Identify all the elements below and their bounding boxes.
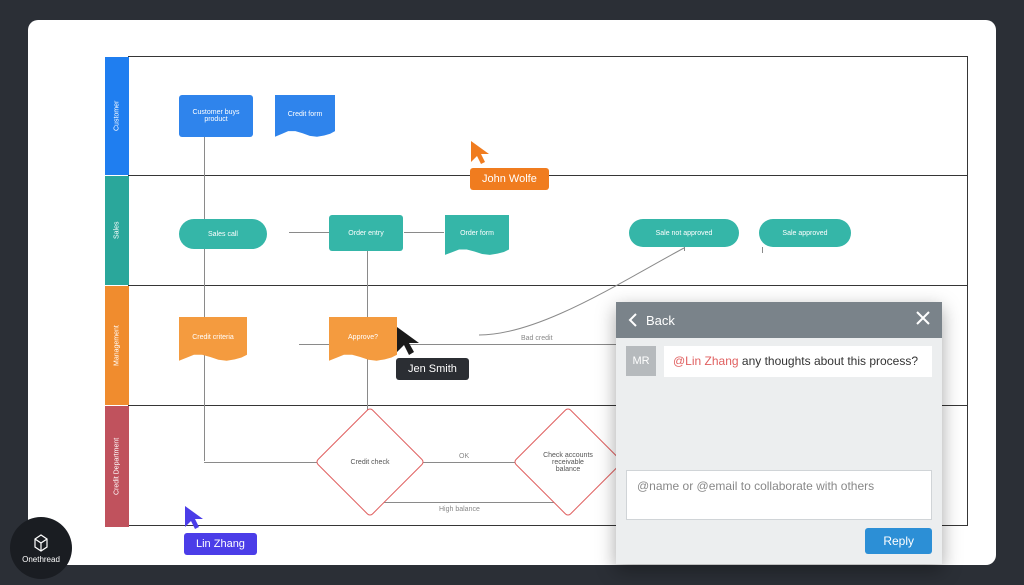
shape-check-accounts-label: Check accounts receivable balance: [530, 424, 606, 500]
cursor-tag: John Wolfe: [470, 168, 549, 190]
cursor-lin: Lin Zhang: [184, 505, 257, 555]
back-button[interactable]: Back: [628, 313, 675, 328]
brand-logo: Onethread: [10, 517, 72, 579]
connector: [407, 462, 529, 463]
logo-icon: [31, 533, 51, 553]
comment-body: any thoughts about this process?: [739, 354, 918, 368]
cursor-tag: Jen Smith: [396, 358, 469, 380]
shape-customer-buys[interactable]: Customer buys product: [179, 95, 253, 137]
canvas: Customer Sales Management Credit Departm…: [28, 20, 996, 565]
back-label: Back: [646, 313, 675, 328]
chevron-left-icon: [628, 313, 638, 327]
connector: [404, 232, 444, 233]
shape-credit-form[interactable]: Credit form: [275, 95, 335, 139]
lane-label-credit: Credit Department: [105, 406, 129, 527]
comment-panel[interactable]: Back MR @Lin Zhang any thoughts about th…: [616, 302, 942, 564]
cursor-icon: [396, 326, 422, 356]
comment-text: @Lin Zhang any thoughts about this proce…: [664, 346, 932, 377]
connector: [367, 502, 567, 503]
logo-text: Onethread: [22, 555, 60, 564]
avatar: MR: [626, 346, 656, 376]
shape-credit-criteria[interactable]: Credit criteria: [179, 317, 247, 363]
lane-label-sales: Sales: [105, 176, 129, 285]
reply-button[interactable]: Reply: [865, 528, 932, 554]
panel-header: Back: [616, 302, 942, 338]
reply-input[interactable]: @name or @email to collaborate with othe…: [626, 470, 932, 520]
cursor-icon: [184, 505, 206, 531]
cursor-tag: Lin Zhang: [184, 533, 257, 555]
cursor-icon: [470, 140, 492, 166]
reply-box: @name or @email to collaborate with othe…: [626, 470, 932, 554]
close-icon: [916, 311, 930, 325]
connector: [289, 232, 329, 233]
connector: [299, 344, 329, 345]
shape-sales-call[interactable]: Sales call: [179, 219, 267, 249]
shape-sale-approved[interactable]: Sale approved: [759, 219, 851, 247]
cursor-jen: Jen Smith: [396, 326, 469, 380]
edge-ok1: OK: [459, 453, 469, 460]
edge-high-balance: High balance: [439, 506, 480, 513]
connector: [204, 462, 332, 463]
lane-label-customer: Customer: [105, 57, 129, 175]
cursor-john: John Wolfe: [470, 140, 549, 190]
shape-approve[interactable]: Approve?: [329, 317, 397, 363]
mention[interactable]: @Lin Zhang: [673, 354, 739, 368]
connector: [204, 121, 205, 461]
connector: [762, 247, 763, 253]
close-button[interactable]: [916, 311, 930, 330]
shape-order-entry[interactable]: Order entry: [329, 215, 403, 251]
shape-credit-check-label: Credit check: [332, 424, 408, 500]
lane-label-management: Management: [105, 286, 129, 405]
comment-row: MR @Lin Zhang any thoughts about this pr…: [616, 338, 942, 385]
